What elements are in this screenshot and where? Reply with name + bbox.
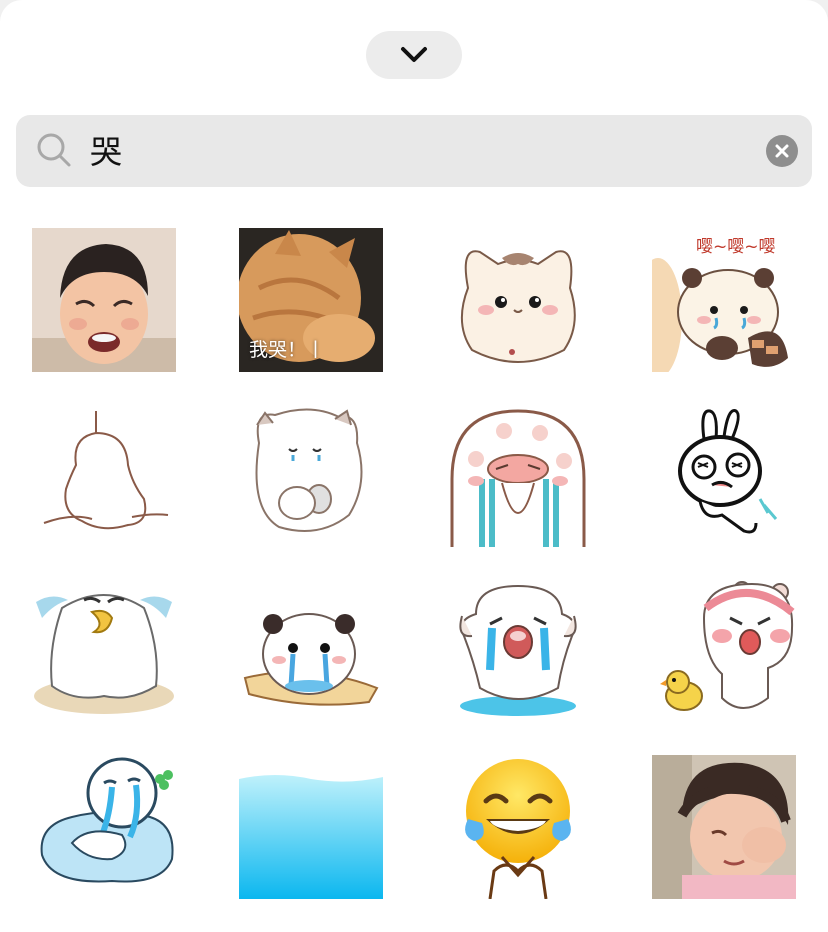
sticker-crying-panda[interactable]	[239, 578, 383, 722]
sticker-caption: 我哭！丨	[249, 339, 326, 361]
sticker-crying-blob-puddle[interactable]	[32, 755, 176, 899]
clear-search-button[interactable]	[766, 135, 798, 167]
sticker-sad-cat-photo[interactable]: 我哭！丨	[239, 228, 383, 372]
sticker-crying-bear-duckling[interactable]	[652, 578, 796, 722]
sticker-search-sheet: 我哭！丨	[0, 0, 828, 932]
sticker-crying-puppy-puddle[interactable]	[446, 578, 590, 722]
sticker-white-hamster[interactable]	[239, 403, 383, 547]
sticker-outline-blob[interactable]	[32, 403, 176, 547]
sticker-crying-bunny[interactable]	[652, 403, 796, 547]
sticker-blue-water[interactable]	[239, 755, 383, 899]
clear-icon	[775, 144, 789, 158]
search-icon	[37, 133, 71, 167]
sticker-crying-mushroom[interactable]	[446, 403, 590, 547]
sticker-text: 嘤~嘤~嘤	[696, 237, 776, 257]
sticker-crying-boy-photo[interactable]	[32, 228, 176, 372]
sticker-tears-of-joy-emoji[interactable]	[446, 755, 590, 899]
chevron-down-icon	[401, 47, 427, 62]
sticker-crying-baby-photo[interactable]	[652, 755, 796, 899]
sticker-panda-raccoon[interactable]: 嘤~嘤~嘤	[652, 228, 796, 372]
sticker-cream-cat[interactable]	[446, 228, 590, 372]
collapse-button[interactable]	[366, 31, 462, 79]
search-input[interactable]	[90, 125, 730, 175]
sticker-crying-duck-ghost[interactable]	[32, 578, 176, 722]
